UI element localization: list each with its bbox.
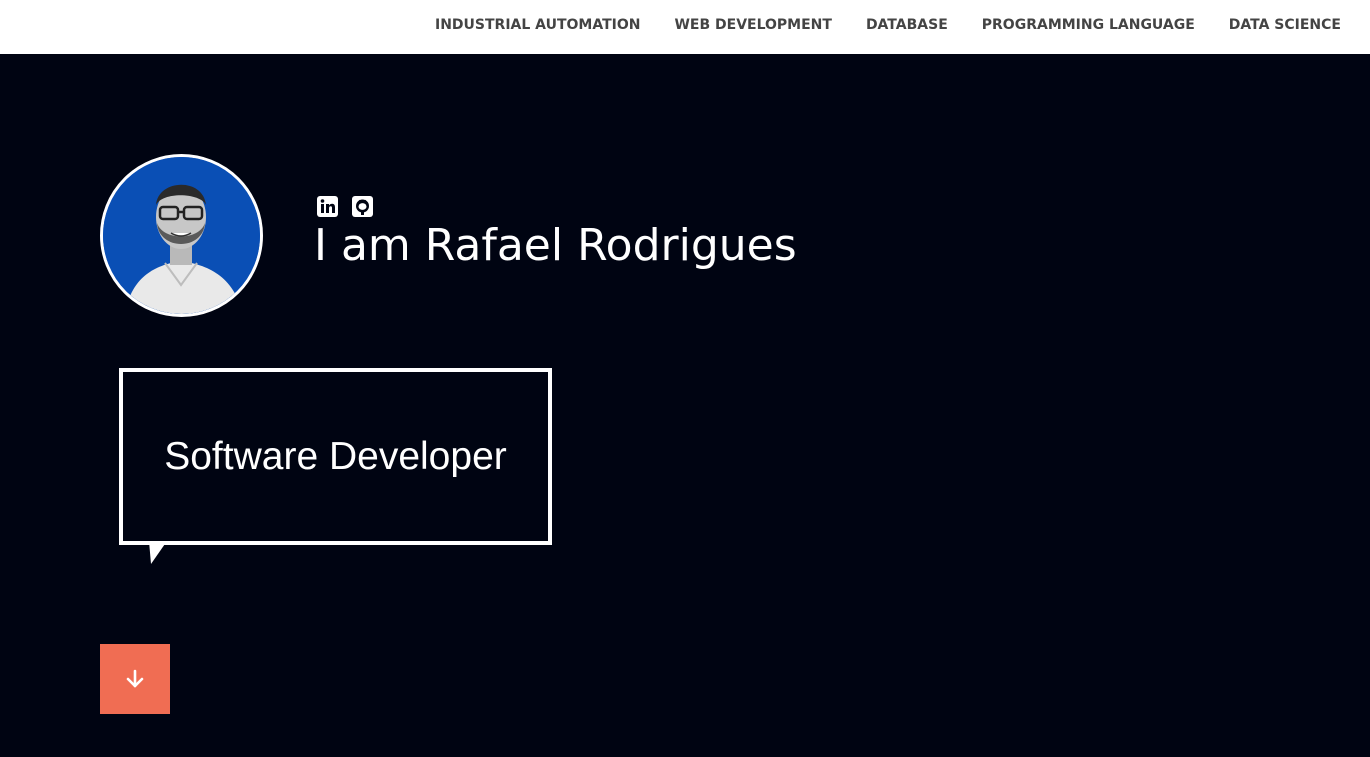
nav-item-data-science[interactable]: DATA SCIENCE bbox=[1229, 17, 1341, 33]
scroll-down-button[interactable] bbox=[100, 644, 170, 714]
github-icon[interactable] bbox=[352, 196, 373, 217]
main-nav: INDUSTRIAL AUTOMATION WEB DEVELOPMENT DA… bbox=[435, 0, 1341, 50]
arrow-down-icon bbox=[126, 669, 144, 688]
profile-photo bbox=[103, 157, 260, 314]
role-text: Software Developer bbox=[164, 434, 507, 478]
hero-section: I am Rafael Rodrigues Software Developer bbox=[0, 54, 1370, 757]
nav-item-programming-language[interactable]: PROGRAMMING LANGUAGE bbox=[982, 17, 1195, 33]
nav-item-industrial-automation[interactable]: INDUSTRIAL AUTOMATION bbox=[435, 17, 640, 33]
nav-item-web-development[interactable]: WEB DEVELOPMENT bbox=[674, 17, 831, 33]
hero-title: I am Rafael Rodrigues bbox=[314, 220, 797, 271]
social-links bbox=[317, 196, 373, 217]
nav-item-database[interactable]: DATABASE bbox=[866, 17, 948, 33]
speech-bubble: Software Developer bbox=[119, 368, 552, 545]
linkedin-icon[interactable] bbox=[317, 196, 338, 217]
speech-bubble-tail bbox=[149, 541, 167, 564]
avatar bbox=[100, 154, 263, 317]
top-navbar: INDUSTRIAL AUTOMATION WEB DEVELOPMENT DA… bbox=[0, 0, 1370, 54]
